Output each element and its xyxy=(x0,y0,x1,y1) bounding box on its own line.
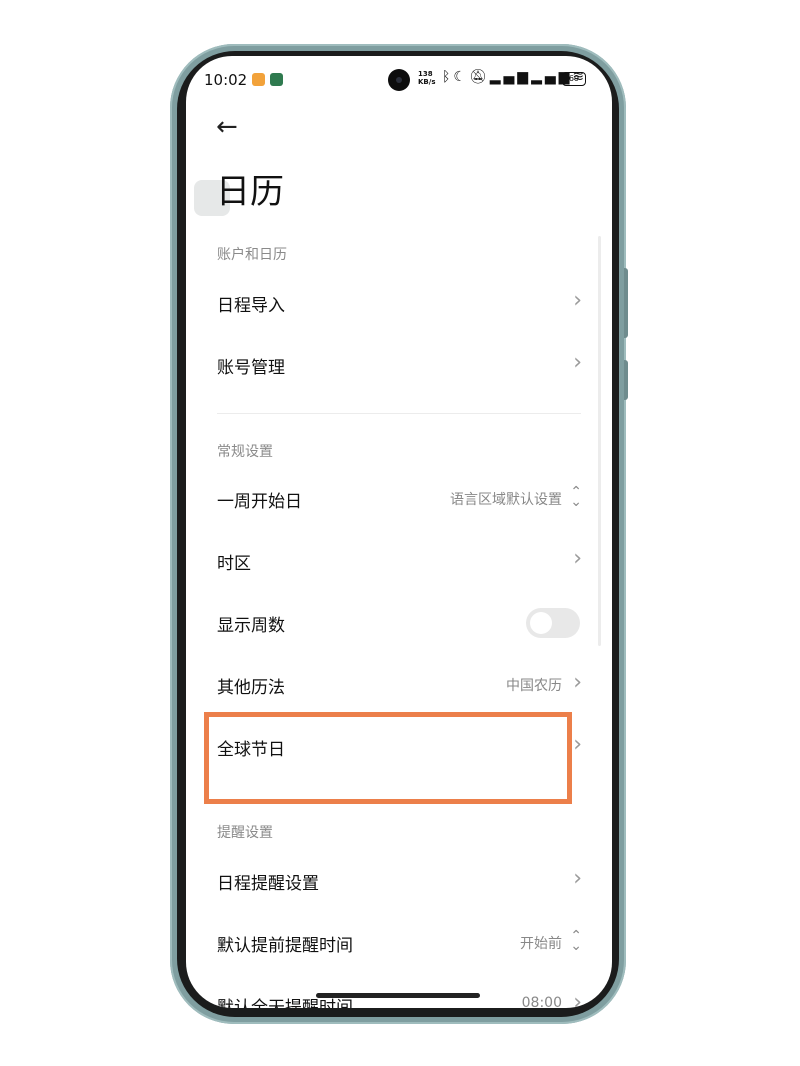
mute-bell-icon: 🔕︎ xyxy=(468,69,490,85)
row-label: 时区 xyxy=(217,554,251,574)
row-label: 账号管理 xyxy=(217,358,285,378)
other-calendars-row[interactable]: 其他历法 中国农历 › xyxy=(186,656,612,716)
net-speed-unit: KB/s xyxy=(418,78,436,86)
event-reminder-row[interactable]: 日程提醒设置 › xyxy=(186,852,612,912)
updown-icon: ⌃ ⌄ xyxy=(570,484,582,510)
chevron-right-icon: › xyxy=(573,670,582,695)
notification-app-icon xyxy=(252,73,265,86)
notification-app-icon xyxy=(270,73,283,86)
power-button xyxy=(624,360,628,400)
section-title-accounts: 账户和日历 xyxy=(217,247,287,263)
front-camera xyxy=(388,69,410,91)
row-value: 中国农历 xyxy=(506,678,562,694)
default-advance-row[interactable]: 默认提前提醒时间 开始前 ⌃ ⌄ xyxy=(186,914,612,974)
week-numbers-toggle[interactable] xyxy=(526,608,580,638)
week-start-row[interactable]: 一周开始日 语言区域默认设置 ⌃ ⌄ xyxy=(186,470,612,530)
row-label: 日程提醒设置 xyxy=(217,874,319,894)
row-label: 其他历法 xyxy=(217,678,285,698)
show-week-numbers-row: 显示周数 xyxy=(186,594,612,654)
row-value: 语言区域默认设置 xyxy=(450,492,562,508)
section-title-general: 常规设置 xyxy=(217,444,273,460)
timezone-row[interactable]: 时区 › xyxy=(186,532,612,592)
section-title-reminders: 提醒设置 xyxy=(217,825,273,841)
signal-hd-icon: ▂▄▆ xyxy=(489,69,532,85)
schedule-import-row[interactable]: 日程导入 › xyxy=(186,274,612,334)
account-management-row[interactable]: 账号管理 › xyxy=(186,336,612,396)
back-button[interactable]: ← xyxy=(216,112,238,142)
battery-icon: 69 xyxy=(562,72,586,86)
screen: 10:02 138 KB/s ᛒ☾🔕︎▂▄▆▂▄▆≋ 69 ← 日历 账户和日历… xyxy=(186,56,612,1008)
row-label: 一周开始日 xyxy=(217,492,302,512)
chevron-right-icon: › xyxy=(573,350,582,375)
volume-button xyxy=(624,268,628,338)
toggle-knob xyxy=(530,612,552,634)
row-value: 08:00 xyxy=(521,995,562,1008)
moon-icon: ☾ xyxy=(453,69,469,85)
status-time: 10:02 xyxy=(204,71,248,89)
updown-icon: ⌃ ⌄ xyxy=(570,928,582,954)
status-bar: 10:02 138 KB/s ᛒ☾🔕︎▂▄▆▂▄▆≋ 69 xyxy=(186,56,612,104)
chevron-right-icon: › xyxy=(573,990,582,1008)
page-title: 日历 xyxy=(216,172,284,212)
allday-reminder-row[interactable]: 默认全天提醒时间 08:00 › xyxy=(186,976,612,1008)
home-indicator[interactable] xyxy=(316,993,480,998)
chevron-right-icon: › xyxy=(573,732,582,757)
divider xyxy=(217,413,581,414)
bluetooth-icon: ᛒ xyxy=(442,69,454,85)
chevron-right-icon: › xyxy=(573,546,582,571)
row-label: 显示周数 xyxy=(217,616,285,636)
chevron-right-icon: › xyxy=(573,866,582,891)
row-value: 开始前 xyxy=(520,936,562,952)
net-speed: 138 KB/s xyxy=(418,70,435,86)
row-label: 日程导入 xyxy=(217,296,285,316)
chevron-right-icon: › xyxy=(573,288,582,313)
highlight-box xyxy=(204,712,572,804)
row-label: 默认提前提醒时间 xyxy=(217,936,353,956)
net-speed-value: 138 xyxy=(418,70,433,78)
